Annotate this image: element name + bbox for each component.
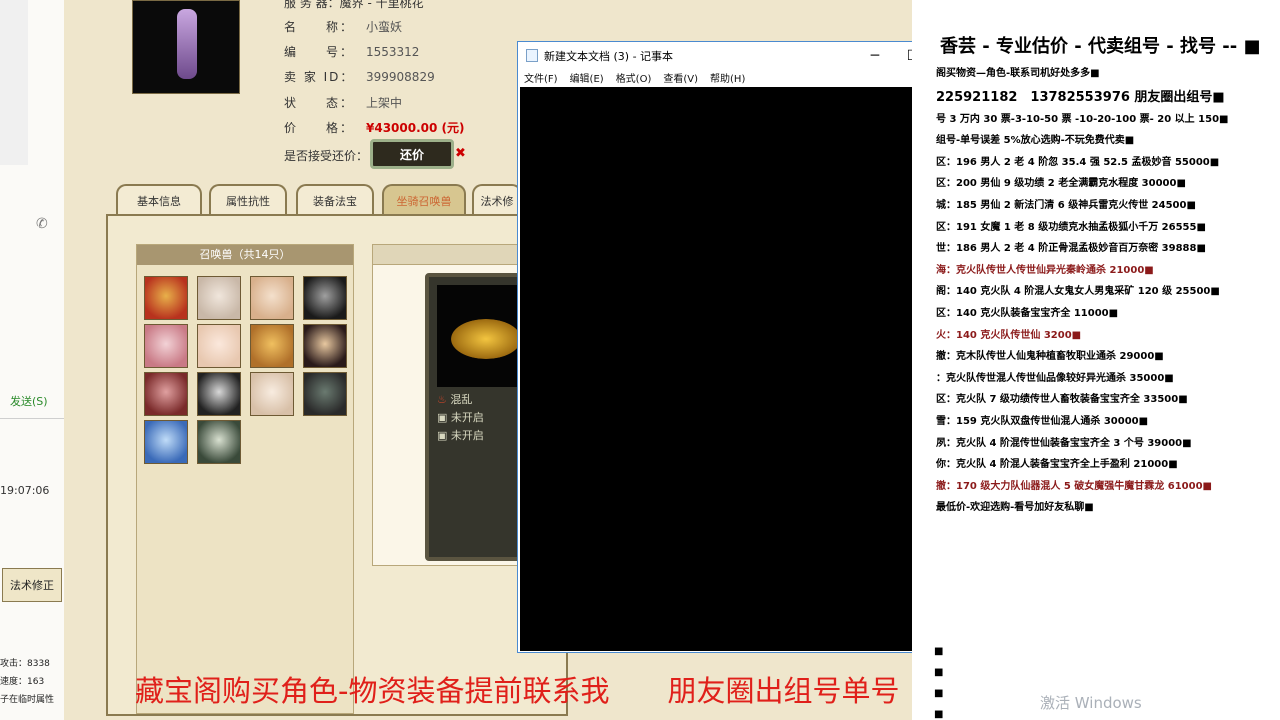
pet-slot[interactable] [197,372,241,416]
ad-line: 夙：克火队 4 阶混传世仙装备宝宝齐全 3 个号 39000■ [936,437,1192,449]
ad-line: 海：克火队传世人传世仙异光秦岭通杀 21000■ [936,264,1154,276]
skill-3[interactable]: ▣ 未开启 [437,427,484,443]
pet-slot[interactable] [303,372,347,416]
ad-line: ：克火队传世混人传世仙品像较好异光通杀 35000■ [936,372,1174,384]
menu-help[interactable]: 帮助(H) [710,74,745,85]
ad-line: 区：196 男人 2 老 4 阶忽 35.4 强 52.5 孟极妙音 55000… [936,156,1220,168]
skill-slot-icon: ▣ [437,411,451,424]
field-status: 状 态： 上架中 [284,96,403,110]
minimize-button[interactable]: ─ [856,44,894,68]
bargain-question: 是否接受还价： [284,149,369,163]
ad-line: 世：186 男人 2 老 4 阶正骨混孟极妙音百万奈密 39888■ [936,243,1206,255]
send-button[interactable]: 发送(S) [10,393,48,409]
ad-line: 225921182 13782553976 朋友圈出组号■ [936,89,1225,105]
pet-slot[interactable] [303,324,347,368]
pet-slot[interactable] [197,276,241,320]
character-figure [177,9,197,79]
character-portrait [132,0,240,94]
pet-panel-title: 召唤兽（共14只） [137,245,353,265]
field-name: 名 称： 小蛮妖 [284,20,403,34]
tab-spells[interactable]: 法术修 [472,184,522,216]
ad-line: 城：185 男仙 2 新法门清 6 级神兵雷克火传世 24500■ [936,200,1196,211]
notepad-window: 新建文本文档 (3) - 记事本 ─ ☐ ✕ 文件(F)编辑(E)格式(O)查看… [517,41,971,653]
bargain-button[interactable]: 还价 [370,139,454,169]
ad-line: 区：200 男仙 9 级功绩 2 老全满霸克水程度 30000■ [936,178,1186,190]
pet-slot[interactable] [144,372,188,416]
ad-line: 区：140 克火队装备宝宝齐全 11000■ [936,308,1119,319]
ad-line: 阁买物资—角色-联系司机好处多多■ [936,68,1100,79]
divider [0,418,64,419]
ad-marker: ■ [934,646,944,657]
pet-slot[interactable] [250,372,294,416]
ad-marker: ■ [934,667,944,678]
menu-bar: 文件(F) 编辑(E) 格式(O) 查看(V) 帮助(H) [524,70,757,85]
ad-line: 区：克火队 7 级功绩传世人畜牧装备宝宝齐全 33500■ [936,394,1188,406]
tab-equipment[interactable]: 装备法宝 [296,184,374,216]
skill-slot-icon: ▣ [437,429,451,442]
field-price: 价 格： ¥43000.00 (元) [284,121,465,135]
ad-line: 撤：克木队传世人仙鬼种植畜牧职业通杀 29000■ [936,351,1164,363]
ad-text-panel: 香芸 - 专业估价 - 代卖组号 - 找号 -- ■ 阁买物资—角色-联系司机好… [912,0,1280,720]
menu-format[interactable]: 格式(O) [616,74,652,85]
skill-1[interactable]: ♨ 混乱 [437,391,472,407]
pet-slot[interactable] [250,324,294,368]
close-icon[interactable]: ✖ [455,146,466,161]
field-seller: 卖 家 ID： 399908829 [284,70,435,84]
ad-headline: 香芸 - 专业估价 - 代卖组号 - 找号 -- ■ [940,36,1261,57]
ad-line: 雪：159 克火队双盘传世仙混人通杀 30000■ [936,416,1149,427]
text-area[interactable] [520,87,956,651]
pet-slot[interactable] [144,324,188,368]
field-id: 编 号： 1553312 [284,45,420,59]
activation-watermark: 激活 Windows [1040,694,1142,712]
tab-basic-info[interactable]: 基本信息 [116,184,202,216]
stat-attack: 攻击：8338 [0,659,50,669]
pet-slot[interactable] [144,420,188,464]
pet-slot[interactable] [303,276,347,320]
menu-view[interactable]: 查看(V) [663,74,698,85]
chat-sidebar [0,0,28,165]
detail-header [372,244,522,266]
ad-marker: ■ [934,688,944,699]
ad-line: 火：140 克火队传世仙 3200■ [936,329,1082,341]
tab-attributes[interactable]: 属性抗性 [209,184,287,216]
menu-edit[interactable]: 编辑(E) [570,74,604,85]
pet-creature [451,319,521,359]
stat-speed: 速度：163 [0,677,45,687]
notepad-icon [526,49,538,62]
window-title: 新建文本文档 (3) - 记事本 [544,50,674,63]
skill-modify-button[interactable]: 法术修正 [2,568,62,602]
message-time: 19:07:06 [0,484,50,497]
pet-slot[interactable] [197,420,241,464]
ad-line: 撤：170 级大力队仙器混人 5 破女魔强牛魔甘霖龙 61000■ [936,480,1212,492]
ad-line: 号 3 万内 30 票-3-10-50 票 -10-20-100 票- 20 以… [936,113,1229,125]
pet-panel: 召唤兽（共14只） [136,244,354,714]
pet-slot[interactable] [144,276,188,320]
ad-line: 区：191 女魔 1 老 8 级功绩克水抽孟极狐小千万 26555■ [936,221,1206,233]
pet-image [437,285,529,387]
stat-temp: 子在临时属性 [0,695,55,705]
ad-line: 你：克火队 4 阶混人装备宝宝齐全上手盈利 21000■ [936,459,1178,471]
server-label: 服 务 器：魔界 - 千里桃花 [284,0,424,10]
skill-fire-icon: ♨ [437,393,451,406]
caption-overlay: 藏宝阁购买角色-物资装备提前联系我 朋友圈出组号单号 [135,674,900,708]
tab-pets[interactable]: 坐骑召唤兽 [382,184,466,216]
ad-line: 阁：140 克火队 4 阶混人女鬼女人男鬼采矿 120 级 25500■ [936,286,1220,298]
ad-line: 最低价-欢迎选购-看号加好友私聊■ [936,502,1094,514]
pet-slot[interactable] [250,276,294,320]
ad-line: 组号-单号误差 5%放心选购-不玩免费代卖■ [936,135,1135,147]
ad-marker: ■ [934,709,944,720]
phone-icon[interactable]: ✆ [36,216,48,232]
pet-detail: ♨ 混乱 ▣ 未开启 ▣ 未开启 [372,264,533,566]
chat-window: ✆ 发送(S) 19:07:06 法术修正 攻击：8338 速度：163 子在临… [0,0,65,720]
skill-2[interactable]: ▣ 未开启 [437,409,484,425]
menu-file[interactable]: 文件(F) [524,74,558,85]
pet-slot[interactable] [197,324,241,368]
